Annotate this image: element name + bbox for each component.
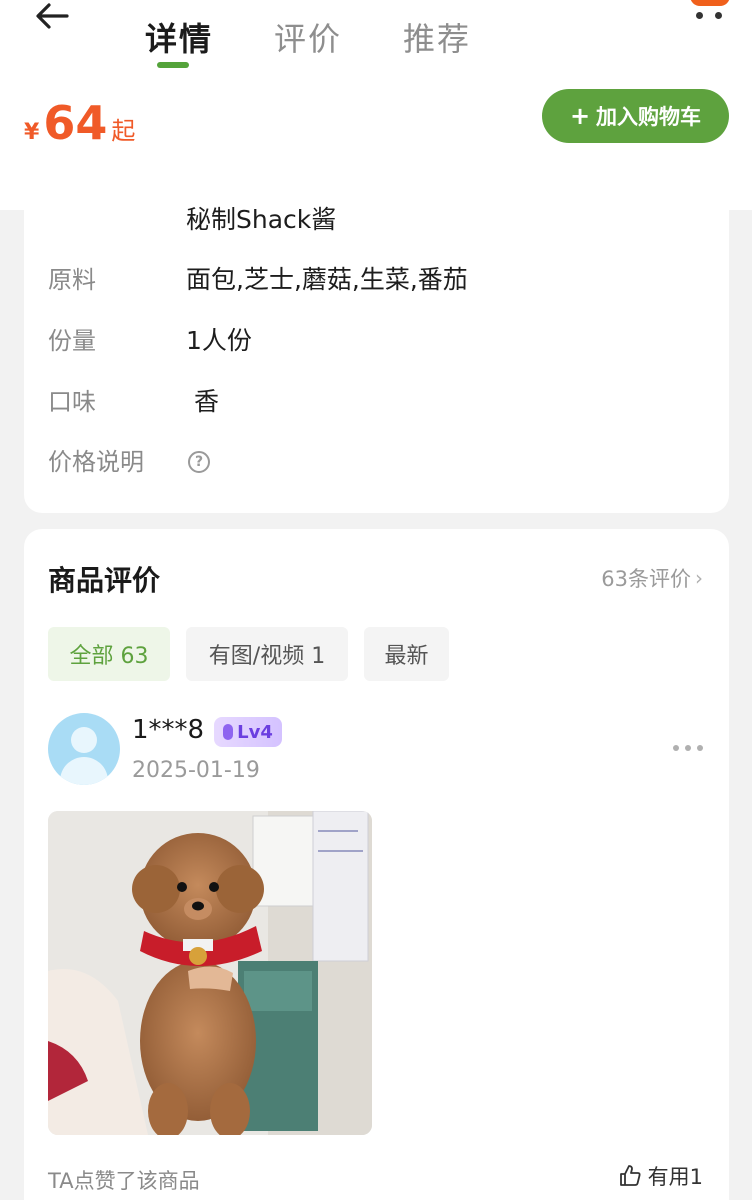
filter-latest[interactable]: 最新 — [364, 627, 449, 681]
avatar-head — [71, 727, 97, 753]
review-count-text: 63条评价 — [601, 567, 691, 591]
question-circle-icon[interactable]: ? — [188, 451, 210, 473]
top-header: 详情 评价 推荐 ¥ 64 起 + 加入购物车 — [0, 0, 752, 210]
detail-row-sauce: 秘制Shack酱 — [24, 200, 729, 240]
more-dots-icon — [696, 12, 703, 19]
price-value: 64 — [43, 96, 108, 150]
filter-with-media[interactable]: 有图/视频 1 — [186, 627, 348, 681]
gem-icon — [223, 724, 234, 740]
notification-badge — [690, 0, 730, 6]
plus-icon: + — [569, 102, 591, 130]
useful-label: 有用1 — [647, 1165, 703, 1189]
reviewer-name: 1***8 — [132, 715, 205, 745]
review-count-link[interactable]: 63条评价 › — [601, 563, 703, 593]
detail-row-portion: 份量 1人份 — [24, 321, 729, 361]
review-date: 2025-01-19 — [132, 758, 260, 783]
detail-label: 原料 — [48, 266, 96, 294]
review-more-button[interactable] — [673, 745, 703, 753]
more-dots-icon — [715, 12, 722, 19]
review-photo[interactable] — [48, 811, 372, 1135]
level-badge: Lv4 — [214, 717, 282, 747]
price-currency: ¥ — [24, 120, 40, 145]
detail-value: 香 — [194, 387, 220, 416]
product-detail-card: 秘制Shack酱 原料 面包,芝士,蘑菇,生菜,番茄 份量 1人份 口味 香 价… — [24, 190, 729, 513]
thumbs-up-icon — [619, 1165, 641, 1186]
more-button[interactable] — [690, 0, 730, 24]
tab-recommend[interactable]: 推荐 — [403, 14, 471, 60]
avatar-body — [60, 757, 108, 785]
tab-reviews[interactable]: 评价 — [274, 14, 342, 60]
more-dots-icon — [697, 745, 703, 751]
add-to-cart-label: 加入购物车 — [596, 105, 702, 129]
detail-value: 1人份 — [186, 326, 252, 355]
detail-row-flavor: 口味 香 — [24, 382, 729, 422]
more-dots-icon — [685, 745, 691, 751]
detail-label: 价格说明 — [48, 448, 144, 476]
review-card: 商品评价 63条评价 › 全部 63 有图/视频 1 最新 1***8 Lv4 … — [24, 529, 729, 1200]
filter-all[interactable]: 全部 63 — [48, 627, 170, 681]
more-dots-icon — [673, 745, 679, 751]
detail-value-sauce: 秘制Shack酱 — [186, 205, 337, 234]
tab-bar: 详情 评价 推荐 — [0, 0, 752, 80]
level-text: Lv4 — [237, 721, 273, 743]
price-suffix: 起 — [111, 117, 136, 145]
tab-details[interactable]: 详情 — [145, 14, 213, 60]
detail-row-ingredients: 原料 面包,芝士,蘑菇,生菜,番茄 — [24, 260, 729, 300]
liked-note: TA点赞了该商品 — [48, 1169, 200, 1193]
price: ¥ 64 起 — [24, 96, 135, 152]
avatar[interactable] — [48, 713, 120, 785]
chevron-right-icon: › — [695, 566, 703, 590]
review-section-title: 商品评价 — [48, 564, 161, 597]
detail-label: 口味 — [48, 388, 96, 416]
detail-label: 份量 — [48, 327, 96, 355]
poodle-puppy-photo — [48, 811, 372, 1135]
detail-value: 面包,芝士,蘑菇,生菜,番茄 — [186, 265, 468, 294]
add-to-cart-button[interactable]: + 加入购物车 — [542, 89, 729, 143]
detail-row-price-note: 价格说明 ? — [24, 442, 729, 482]
tab-active-indicator — [157, 62, 189, 68]
useful-button[interactable]: 有用1 — [618, 1161, 703, 1191]
